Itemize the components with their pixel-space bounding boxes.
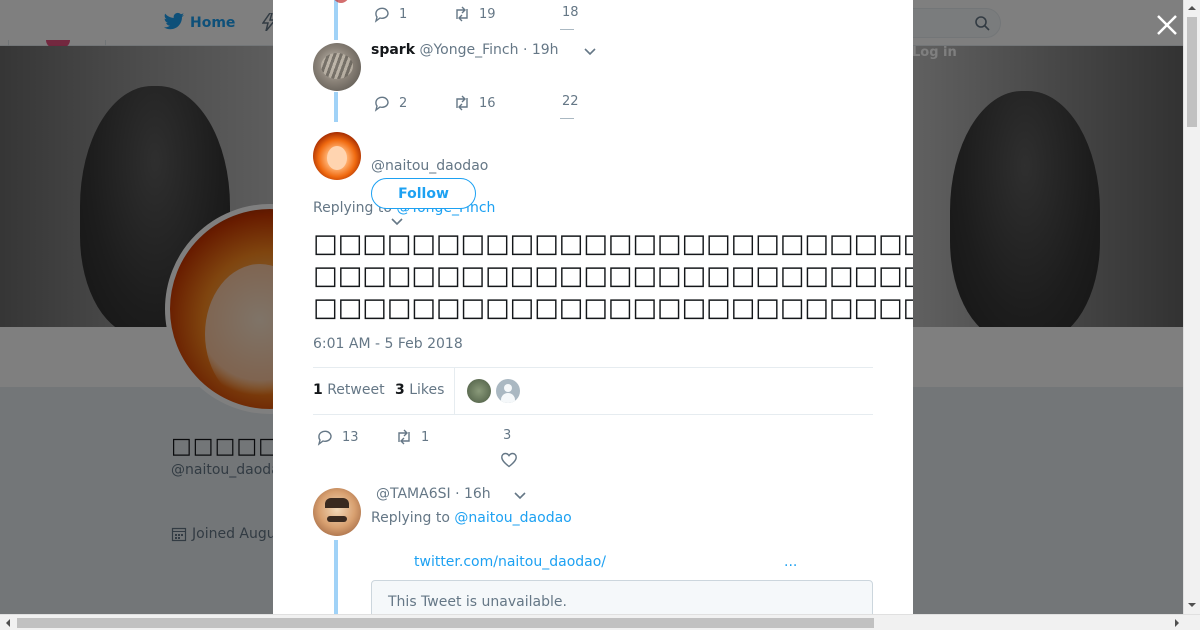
retweet-stat-count: 1 bbox=[313, 382, 323, 398]
reply-handle[interactable]: @TAMA6SI bbox=[376, 486, 451, 502]
avatar-cat bbox=[321, 53, 353, 79]
close-icon[interactable] bbox=[1154, 12, 1180, 38]
like-button[interactable]: 18 bbox=[562, 5, 579, 20]
tweet-link[interactable]: twitter.com/naitou_daodao/ bbox=[414, 554, 606, 570]
quoted-tweet-card[interactable]: This Tweet is unavailable. bbox=[371, 580, 873, 614]
horizontal-scrollbar[interactable] bbox=[0, 614, 1200, 630]
replying-to-link[interactable]: @naitou_daodao bbox=[454, 510, 571, 526]
retweet-icon bbox=[398, 429, 410, 445]
reply-count: 13 bbox=[342, 429, 359, 445]
spark-tweet-header: spark @Yonge_Finch · 19h bbox=[371, 42, 559, 58]
tweet-text-line: □□□□□□□□□□□□□□□□□□□□□□□□□□□□□□□□ bbox=[313, 229, 913, 259]
scroll-right-icon[interactable] bbox=[1172, 618, 1182, 628]
divider bbox=[454, 368, 455, 414]
follow-button[interactable]: Follow bbox=[371, 178, 476, 209]
likes-stat-count: 3 bbox=[395, 382, 405, 398]
avatar-hair bbox=[325, 498, 349, 508]
likes-stat[interactable]: 3 Likes bbox=[395, 382, 444, 398]
reply-tweet-header: @TAMA6SI · 16h bbox=[376, 486, 491, 502]
vertical-scrollbar-thumb[interactable] bbox=[1187, 17, 1197, 127]
scroll-up-icon[interactable] bbox=[1187, 3, 1197, 13]
like-count: 3 bbox=[503, 428, 512, 443]
tweet-text-line: □□□□□□□□□□□□□□□□□□□□□□□□□□□□□□ bbox=[313, 261, 913, 291]
chevron-down-icon[interactable] bbox=[583, 46, 597, 56]
avatar-mustache bbox=[327, 516, 347, 522]
liker-avatar[interactable] bbox=[467, 379, 491, 403]
spark-handle[interactable]: @Yonge_Finch bbox=[419, 42, 518, 58]
tweet-text-line: □□□□□□□□□□□□□□□□□□□□□□□□□□□ bbox=[313, 293, 913, 323]
like-button[interactable]: 22 bbox=[562, 94, 579, 109]
retweet-icon bbox=[456, 6, 468, 22]
spark-name[interactable]: spark bbox=[371, 42, 415, 58]
heart-icon bbox=[560, 29, 574, 35]
tama6si-avatar[interactable] bbox=[313, 488, 361, 536]
thread-line bbox=[334, 0, 338, 40]
person-icon bbox=[504, 384, 512, 392]
like-count: 18 bbox=[562, 5, 579, 20]
heart-icon bbox=[560, 118, 574, 124]
scroll-left-icon[interactable] bbox=[3, 618, 13, 628]
reply-time[interactable]: · 16h bbox=[455, 486, 491, 502]
retweet-button[interactable]: 16 bbox=[453, 94, 496, 112]
reply-count: 2 bbox=[399, 95, 408, 111]
avatar-character bbox=[327, 146, 347, 170]
retweet-count: 16 bbox=[479, 95, 496, 111]
scroll-down-icon[interactable] bbox=[1187, 600, 1197, 610]
spark-time[interactable]: · 19h bbox=[523, 42, 559, 58]
link-ellipsis: ... bbox=[784, 554, 798, 570]
like-count-wrap[interactable]: 3 bbox=[503, 428, 511, 443]
chevron-down-icon[interactable] bbox=[513, 490, 527, 500]
retweet-stat-label: Retweet bbox=[327, 382, 385, 398]
heart-icon[interactable] bbox=[500, 451, 518, 469]
retweet-count: 1 bbox=[421, 429, 430, 445]
thread-line bbox=[334, 92, 338, 122]
person-icon bbox=[501, 393, 515, 403]
reply-icon bbox=[317, 430, 332, 446]
liker-avatar-default[interactable] bbox=[496, 379, 520, 403]
retweet-stat[interactable]: 1 Retweet bbox=[313, 382, 385, 398]
reply-button[interactable]: 1 bbox=[373, 5, 407, 23]
retweet-icon bbox=[456, 95, 468, 111]
reply-count: 1 bbox=[399, 6, 408, 22]
reply-button[interactable]: 13 bbox=[316, 428, 359, 446]
main-tweet-handle[interactable]: @naitou_daodao bbox=[371, 158, 488, 174]
unavailable-notice: This Tweet is unavailable. bbox=[388, 594, 567, 610]
thread-line bbox=[334, 540, 338, 614]
replying-prefix: Replying to bbox=[371, 510, 450, 526]
reply-replying-to: Replying to @naitou_daodao bbox=[371, 510, 572, 526]
spark-avatar[interactable] bbox=[313, 43, 361, 91]
retweet-count: 19 bbox=[479, 6, 496, 22]
horizontal-scrollbar-thumb[interactable] bbox=[17, 618, 874, 628]
like-count: 22 bbox=[562, 94, 579, 109]
reply-button[interactable]: 2 bbox=[373, 94, 407, 112]
main-tweet-text: □□□□□□□□□□□□□□□□□□□□□□□□ □□□□□□□□ □□□□□□□… bbox=[313, 228, 913, 324]
chevron-down-icon[interactable] bbox=[390, 216, 404, 226]
reply-icon bbox=[374, 96, 389, 112]
retweet-button[interactable]: 1 bbox=[395, 428, 429, 446]
reply-icon bbox=[374, 7, 389, 23]
naitou-avatar[interactable] bbox=[313, 132, 361, 180]
retweet-button[interactable]: 19 bbox=[453, 5, 496, 23]
tweet-stats: 1 Retweet 3 Likes bbox=[313, 367, 873, 415]
tweet-timestamp[interactable]: 6:01 AM - 5 Feb 2018 bbox=[313, 336, 463, 352]
tweet-modal: 1 19 18 spark @Yonge_Finch · 19h 2 16 22… bbox=[273, 0, 913, 614]
likes-stat-label: Likes bbox=[409, 382, 445, 398]
vertical-scrollbar[interactable] bbox=[1183, 0, 1200, 614]
